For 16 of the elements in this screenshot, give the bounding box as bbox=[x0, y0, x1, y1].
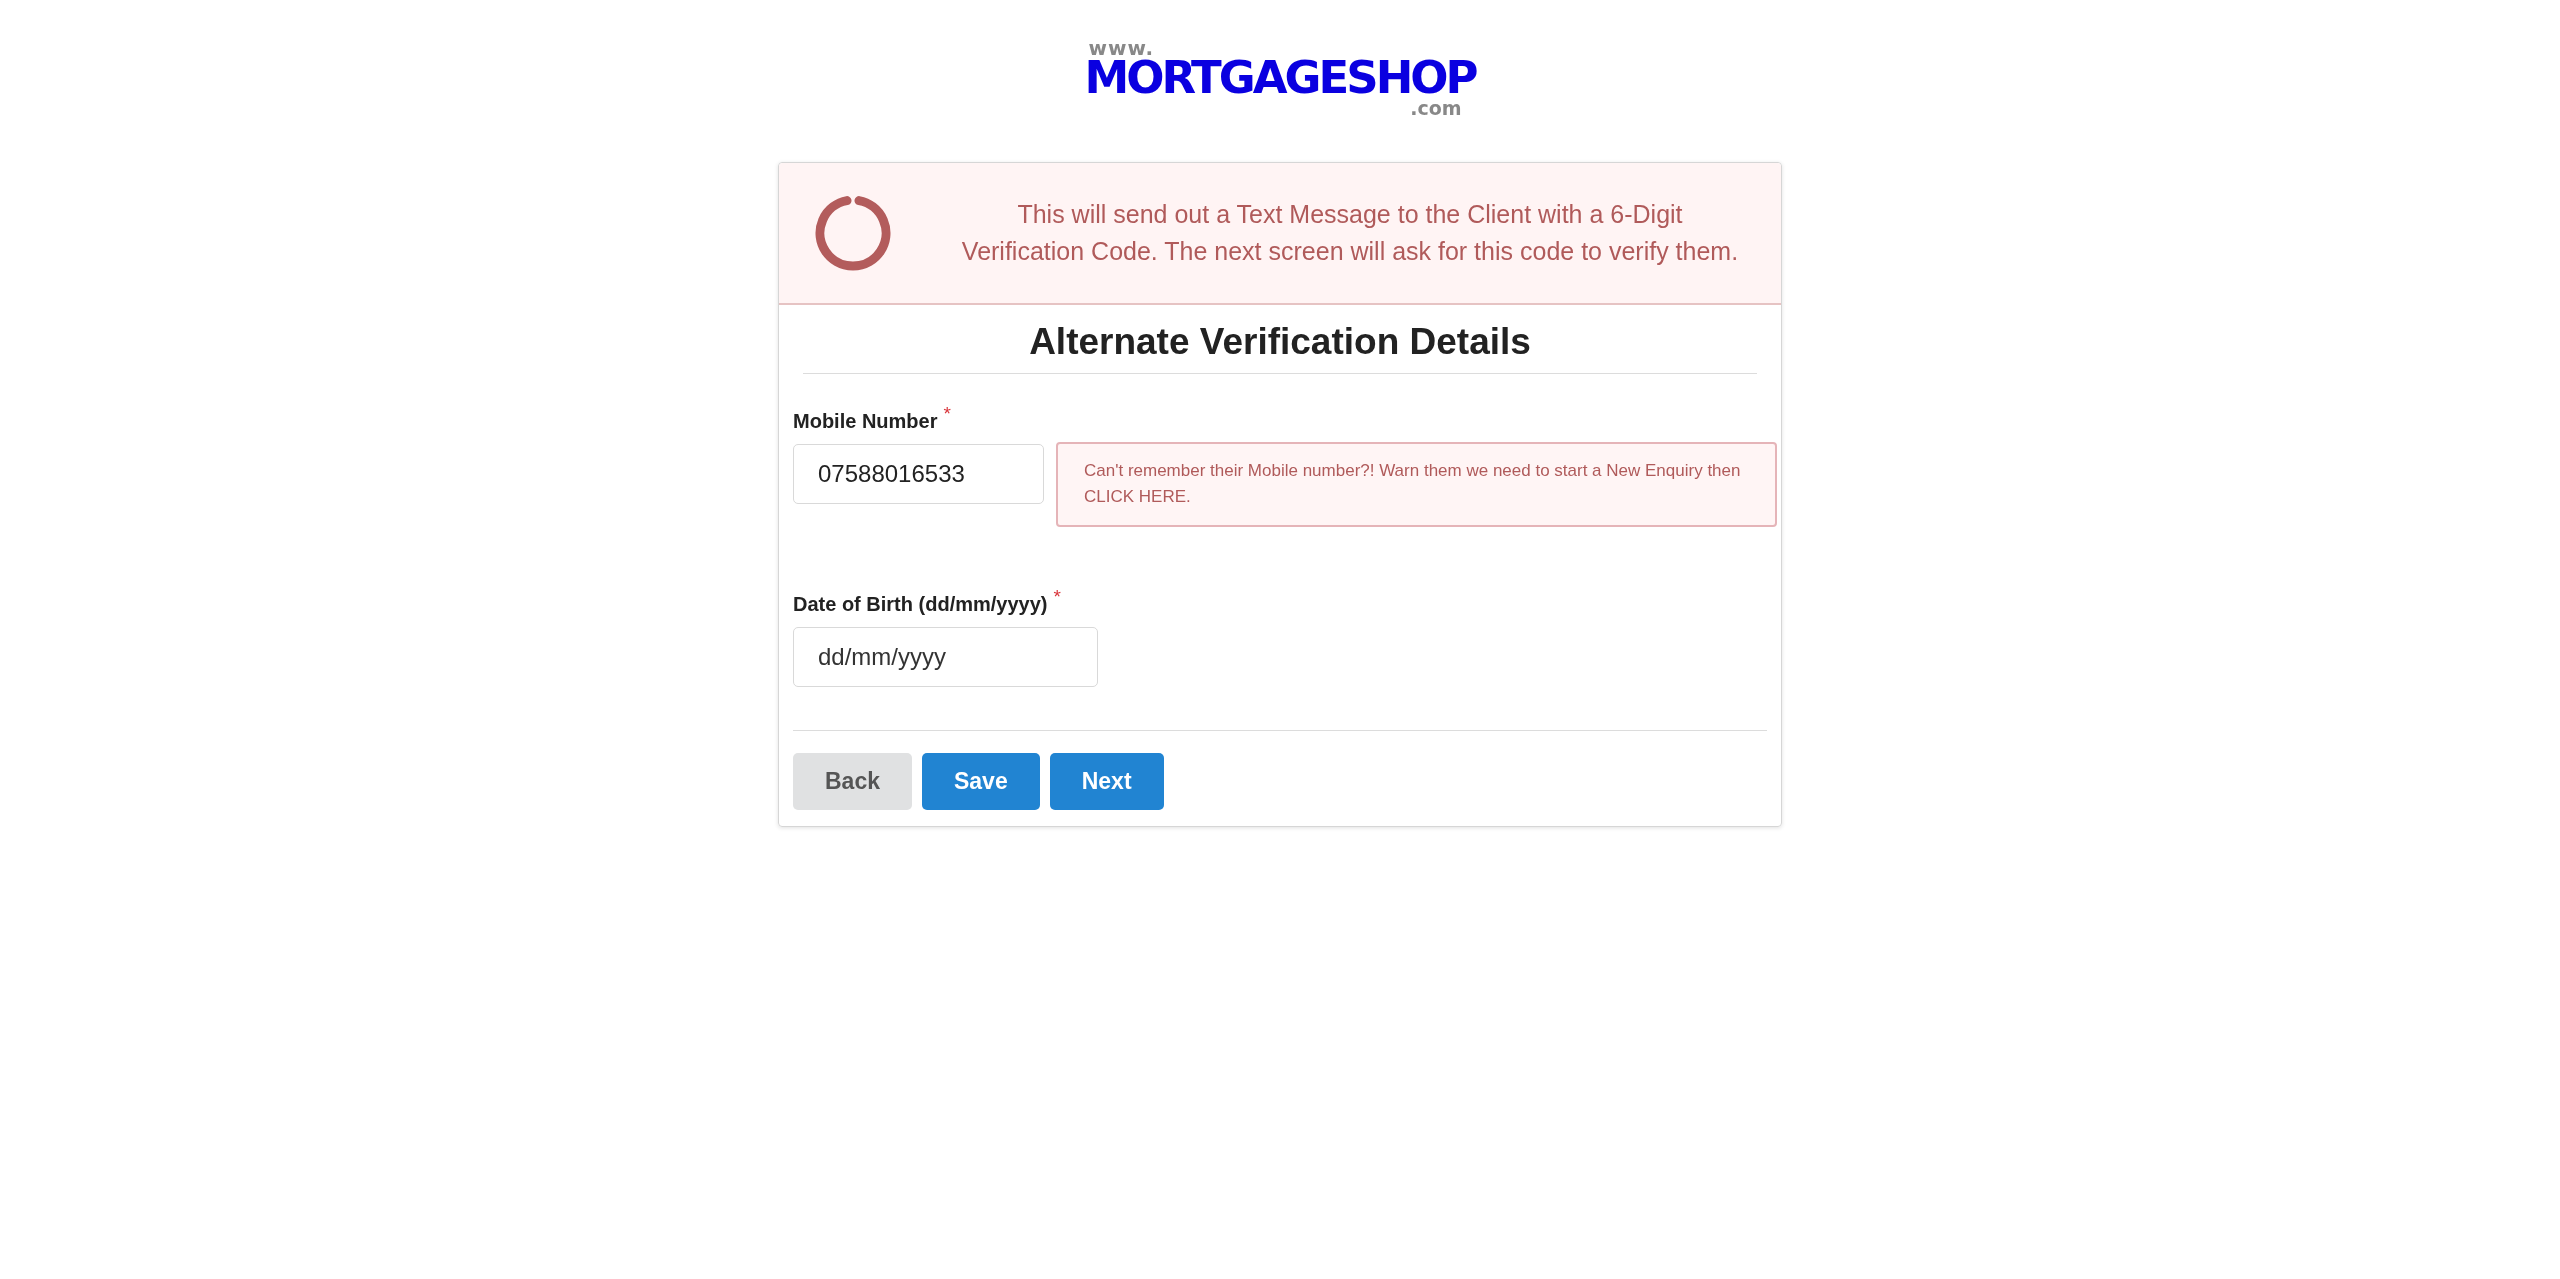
action-button[interactable]: Next bbox=[1049, 753, 1164, 810]
form-heading: Alternate Verification Details bbox=[803, 319, 1757, 374]
required-mark: * bbox=[943, 406, 951, 422]
logo-wordmark: MORTGAGESHOP bbox=[1084, 56, 1476, 100]
loading-icon bbox=[815, 195, 891, 271]
logo-prefix: www. bbox=[1088, 40, 1155, 56]
mobile-number-field[interactable]: 07588016533 bbox=[793, 444, 1044, 504]
field-label: Mobile Number bbox=[793, 409, 938, 434]
logo-suffix: .com bbox=[1410, 100, 1462, 116]
hint-message: Can't remember their Mobile number?! Warn them we need to start a New Enquiry then CLICK HERE. bbox=[1056, 442, 1777, 527]
field-label: Date of Birth (dd/mm/yyyy) bbox=[793, 592, 1048, 617]
required-mark: * bbox=[1053, 589, 1061, 605]
date-field[interactable]: dd/mm/yyyy bbox=[793, 627, 1098, 687]
action-button[interactable]: Save bbox=[922, 753, 1040, 810]
notice-text: This will send out a Text Message to the Client with a 6-Digit Verification Code. The next screen will ask for this code to verify them. bbox=[960, 199, 1740, 267]
back-button[interactable]: Back bbox=[793, 753, 912, 810]
